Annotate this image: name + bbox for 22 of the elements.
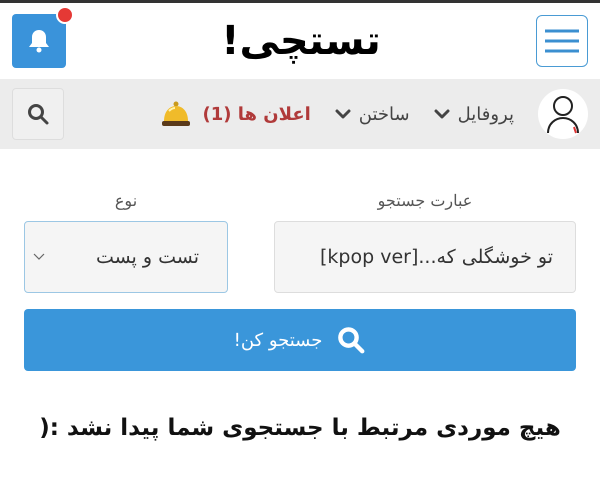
bell-icon — [28, 29, 50, 53]
no-results-message: هیچ موردی مرتبط با جستجوی شما پیدا نشد :( — [38, 414, 562, 443]
nav-dropdown[interactable]: پروفایل — [434, 100, 514, 128]
search-query-field[interactable]: تو خوشگلی که...[kpop ver] — [274, 221, 576, 293]
logo: تستچی! — [221, 17, 381, 66]
avatar[interactable] — [538, 89, 588, 139]
search-icon — [26, 102, 50, 126]
field-label: عبارت جستجو — [378, 190, 472, 212]
notifications-link[interactable]: اعلان ها (1) — [160, 100, 311, 128]
chevron-down-icon — [334, 108, 351, 120]
notifications-button[interactable] — [12, 14, 66, 68]
user-icon — [545, 94, 581, 134]
search-icon — [336, 325, 366, 355]
service-bell-icon — [160, 100, 191, 128]
menu-button[interactable] — [536, 15, 588, 67]
field-label: نوع — [114, 190, 138, 212]
chevron-down-icon — [434, 108, 450, 120]
chevron-down-icon — [33, 253, 45, 261]
search-button[interactable] — [12, 88, 64, 140]
type-select[interactable]: تست و پست — [24, 221, 228, 293]
nav-dropdown[interactable]: ساختن — [334, 100, 410, 128]
menu-icon — [545, 29, 579, 53]
